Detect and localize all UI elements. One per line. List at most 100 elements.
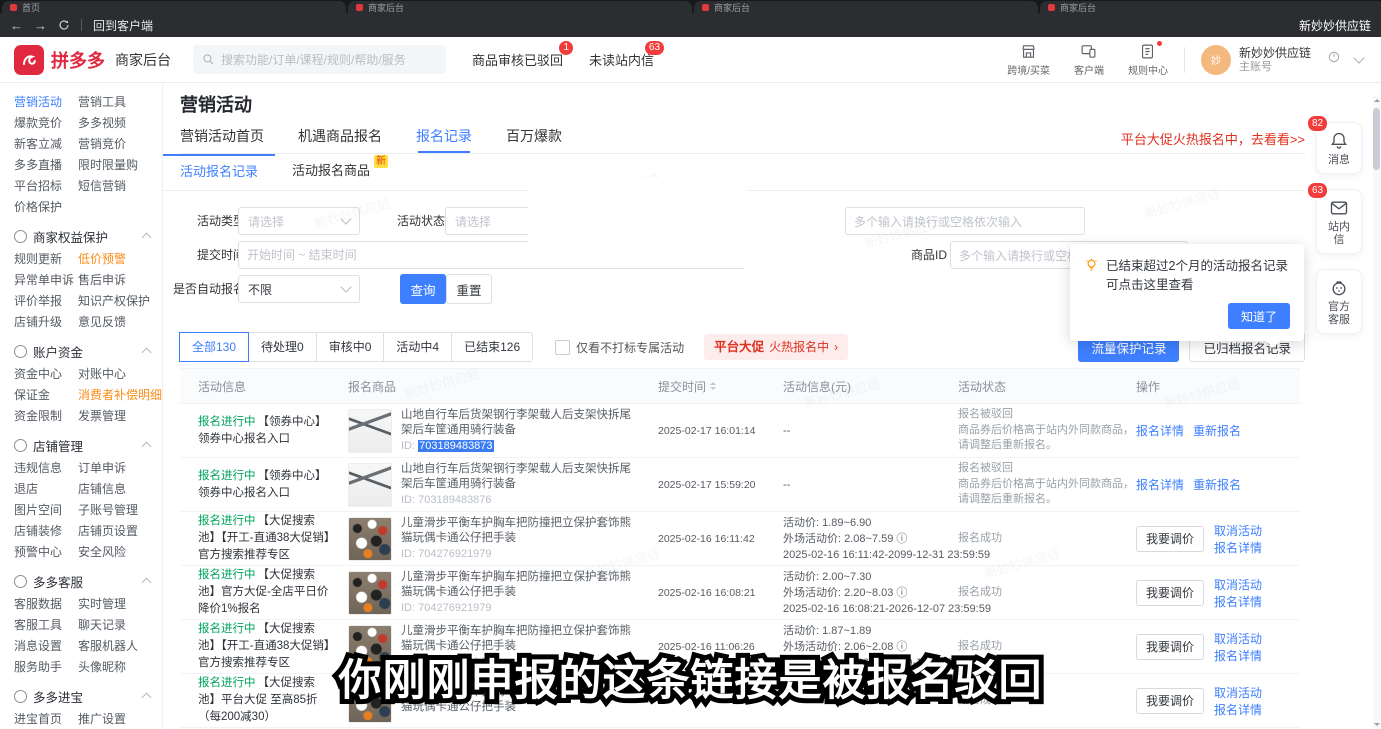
global-search-input[interactable]: 搜索功能/订单/课程/规则/帮助/服务 bbox=[193, 45, 446, 74]
sidebar-item[interactable]: 安全风险 bbox=[78, 543, 126, 560]
sidebar-item[interactable]: 预警中心 bbox=[14, 543, 78, 560]
promo-link[interactable]: 平台大促火热报名中，去看看>> bbox=[1121, 129, 1305, 148]
sidebar-item[interactable]: 店铺装修 bbox=[14, 522, 78, 539]
browser-tab[interactable]: 商家后台 bbox=[1040, 1, 1381, 13]
tab[interactable]: 百万爆款 bbox=[506, 123, 562, 153]
sidebar-group-header[interactable]: 多多进宝 bbox=[14, 684, 162, 708]
messages-widget[interactable]: 82 消息 bbox=[1316, 122, 1362, 174]
auto-signup-select[interactable]: 不限 bbox=[238, 275, 360, 303]
chevron-down-icon[interactable] bbox=[1353, 52, 1364, 63]
operation-link[interactable]: 取消活动 bbox=[1214, 524, 1262, 538]
got-it-button[interactable]: 知道了 bbox=[1228, 303, 1290, 329]
site-mail-widget[interactable]: 63 站内信 bbox=[1316, 189, 1362, 254]
forward-icon[interactable]: → bbox=[34, 19, 47, 32]
sidebar-item[interactable]: 营销竞价 bbox=[78, 135, 126, 152]
sidebar-item[interactable]: 异常单申诉 bbox=[14, 271, 78, 288]
sidebar-item[interactable]: 子账号管理 bbox=[78, 501, 138, 518]
sidebar-item[interactable]: 客服数据 bbox=[14, 595, 78, 612]
sidebar-item[interactable]: 店铺页设置 bbox=[78, 522, 138, 539]
status-chip[interactable]: 审核中0 bbox=[316, 332, 385, 362]
page-scrollbar[interactable] bbox=[1373, 96, 1380, 729]
subtab[interactable]: 活动报名记录 bbox=[163, 154, 275, 190]
sidebar-item[interactable]: 推广设置 bbox=[78, 710, 126, 727]
sidebar-item[interactable]: 店铺信息 bbox=[78, 480, 126, 497]
operation-link[interactable]: 报名详情 bbox=[1214, 649, 1262, 663]
sidebar-item[interactable]: 违规信息 bbox=[14, 459, 78, 476]
browser-tab[interactable]: 首页 bbox=[2, 1, 346, 13]
operation-link[interactable]: 重新报名 bbox=[1193, 478, 1241, 492]
operation-link[interactable]: 取消活动 bbox=[1214, 578, 1262, 592]
sidebar-item[interactable]: 服务助手 bbox=[14, 658, 78, 675]
browser-tab[interactable]: 商家后台 bbox=[348, 1, 692, 13]
adjust-price-button[interactable]: 我要调价 bbox=[1136, 526, 1204, 552]
sidebar-item[interactable]: 新客立减 bbox=[14, 135, 78, 152]
operation-link[interactable]: 重新报名 bbox=[1193, 424, 1241, 438]
sidebar-item[interactable]: 发票管理 bbox=[78, 407, 126, 424]
sidebar-item[interactable]: 低价预警 bbox=[78, 250, 126, 267]
sidebar-item[interactable]: 多多视频 bbox=[78, 114, 126, 131]
sidebar-item[interactable]: 退店 bbox=[14, 480, 78, 497]
sort-icon[interactable] bbox=[710, 382, 716, 390]
sidebar-item[interactable]: 资金中心 bbox=[14, 365, 78, 382]
account-menu[interactable]: 妙 新妙妙供应链 主账号 bbox=[1201, 45, 1367, 75]
sidebar-item[interactable]: 营销工具 bbox=[78, 93, 126, 110]
sidebar-item[interactable]: 店铺升级 bbox=[14, 313, 78, 330]
sidebar-item[interactable]: 进宝首页 bbox=[14, 710, 78, 727]
refresh-icon[interactable] bbox=[58, 19, 70, 31]
sidebar-item[interactable]: 保证金 bbox=[14, 386, 78, 403]
quick-link-audit-rejected[interactable]: 商品审核已驳回 1 bbox=[472, 50, 563, 69]
back-icon[interactable]: ← bbox=[10, 19, 23, 32]
sidebar-group-header[interactable]: 账户资金 bbox=[14, 339, 162, 363]
back-to-client-link[interactable]: 回到客户端 bbox=[93, 17, 153, 34]
sidebar-item[interactable]: 爆款竞价 bbox=[14, 114, 78, 131]
status-chip[interactable]: 活动中4 bbox=[383, 332, 452, 362]
sidebar-item[interactable]: 营销活动 bbox=[14, 93, 78, 110]
sidebar-item[interactable]: 客服工具 bbox=[14, 616, 78, 633]
tab[interactable]: 营销活动首页 bbox=[180, 123, 264, 153]
sidebar-item[interactable]: 实时管理 bbox=[78, 595, 126, 612]
sidebar-item[interactable]: 意见反馈 bbox=[78, 313, 126, 330]
operation-link[interactable]: 报名详情 bbox=[1136, 478, 1184, 492]
sidebar-item[interactable]: 消息设置 bbox=[14, 637, 78, 654]
operation-link[interactable]: 报名详情 bbox=[1214, 703, 1262, 717]
adjust-price-button[interactable]: 我要调价 bbox=[1136, 634, 1204, 660]
activity-type-select[interactable]: 请选择 bbox=[238, 207, 360, 235]
sidebar-item[interactable]: 评价举报 bbox=[14, 292, 78, 309]
sidebar-item[interactable]: 价格保护 bbox=[14, 198, 78, 215]
exclusive-activity-checkbox[interactable] bbox=[555, 340, 570, 355]
cross-border-button[interactable]: 跨境/买菜 bbox=[1007, 43, 1050, 77]
sidebar-item[interactable]: 客服机器人 bbox=[78, 637, 138, 654]
sidebar-item[interactable]: 消费者补偿明细 bbox=[78, 386, 162, 403]
operation-link[interactable]: 报名详情 bbox=[1214, 541, 1262, 555]
big-promo-tag[interactable]: 平台大促 火热报名中 › bbox=[704, 334, 848, 360]
pinduoduo-logo-icon[interactable] bbox=[14, 45, 44, 75]
query-button[interactable]: 查询 bbox=[400, 274, 446, 304]
reset-button[interactable]: 重置 bbox=[446, 274, 492, 304]
sidebar-item[interactable]: 平台招标 bbox=[14, 177, 78, 194]
sidebar-item[interactable]: 短信营销 bbox=[78, 177, 126, 194]
sidebar-item[interactable]: 限时限量购 bbox=[78, 156, 138, 173]
subtab[interactable]: 活动报名商品 新 bbox=[275, 154, 387, 190]
status-chip[interactable]: 待处理0 bbox=[248, 332, 317, 362]
tab[interactable]: 报名记录 bbox=[416, 123, 472, 153]
sidebar-group-header[interactable]: 店铺管理 bbox=[14, 433, 162, 457]
operation-link[interactable]: 取消活动 bbox=[1214, 686, 1262, 700]
client-app-button[interactable]: 客户端 bbox=[1074, 43, 1104, 77]
sidebar-item[interactable]: 规则更新 bbox=[14, 250, 78, 267]
sidebar-group-header[interactable]: 多多客服 bbox=[14, 569, 162, 593]
scroll-down-icon[interactable] bbox=[1374, 723, 1380, 726]
sidebar-item[interactable]: 资金限制 bbox=[14, 407, 78, 424]
rules-center-button[interactable]: 规则中心 bbox=[1128, 43, 1168, 77]
adjust-price-button[interactable]: 我要调价 bbox=[1136, 688, 1204, 714]
status-chip[interactable]: 全部130 bbox=[179, 332, 249, 362]
sidebar-item[interactable]: 对账中心 bbox=[78, 365, 126, 382]
tab[interactable]: 机遇商品报名 bbox=[298, 123, 382, 153]
operation-link[interactable]: 报名详情 bbox=[1136, 424, 1184, 438]
sidebar-item[interactable]: 知识产权保护 bbox=[78, 292, 150, 309]
quick-link-unread-mail[interactable]: 未读站内信 63 bbox=[589, 50, 654, 69]
sidebar-item[interactable]: 头像昵称 bbox=[78, 658, 126, 675]
scroll-up-icon[interactable] bbox=[1374, 99, 1380, 102]
operation-link[interactable]: 取消活动 bbox=[1214, 632, 1262, 646]
sidebar-item[interactable]: 聊天记录 bbox=[78, 616, 126, 633]
official-service-widget[interactable]: 官方客服 bbox=[1316, 269, 1362, 334]
